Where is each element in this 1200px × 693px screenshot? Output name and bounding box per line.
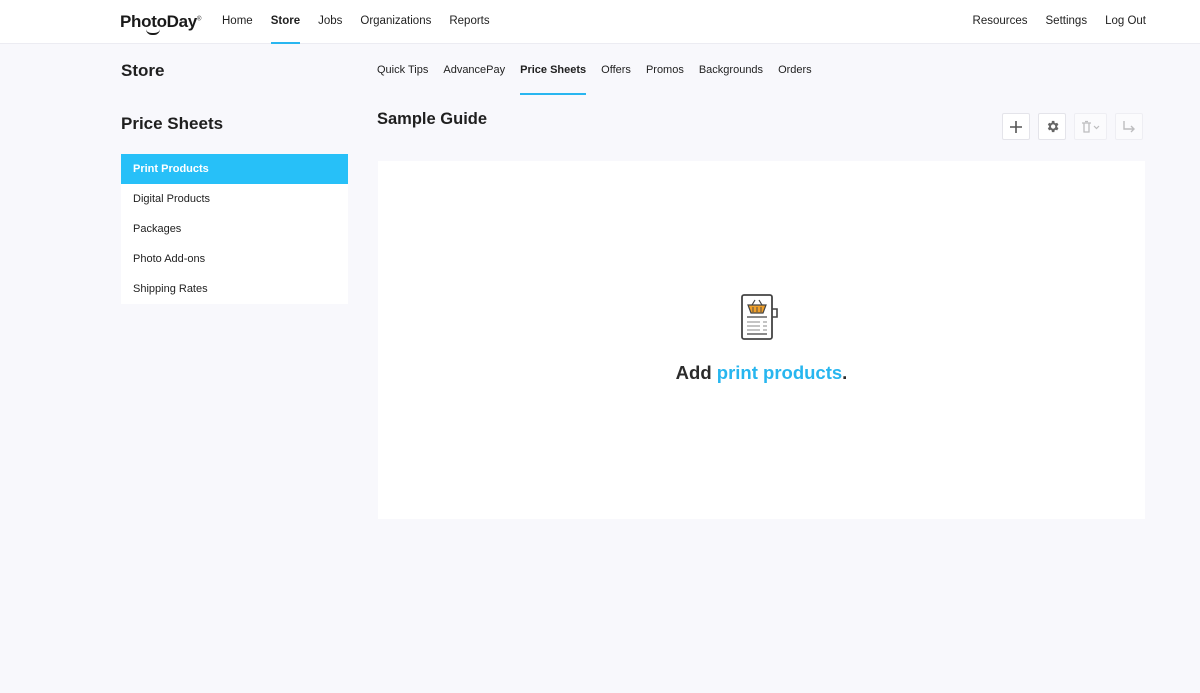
nav-jobs[interactable]: Jobs <box>318 15 342 44</box>
delete-dropdown-button[interactable] <box>1074 113 1107 140</box>
add-print-products-link[interactable]: print products <box>717 362 842 383</box>
move-button[interactable] <box>1115 113 1143 140</box>
photoday-logo[interactable]: PhotoDay® <box>120 12 202 35</box>
empty-state-prefix: Add <box>675 362 717 383</box>
nav-logout[interactable]: Log Out <box>1105 15 1146 44</box>
empty-state-suffix: . <box>842 362 848 383</box>
gear-icon <box>1047 120 1058 133</box>
main-nav: Home Store Jobs Organizations Reports <box>222 15 490 44</box>
tab-promos[interactable]: Promos <box>646 64 684 95</box>
tab-offers[interactable]: Offers <box>601 64 631 95</box>
tab-advancepay[interactable]: AdvancePay <box>443 64 505 95</box>
tab-quick-tips[interactable]: Quick Tips <box>377 64 428 95</box>
nav-home[interactable]: Home <box>222 15 253 44</box>
tab-price-sheets[interactable]: Price Sheets <box>520 64 587 95</box>
sidebar-item-packages[interactable]: Packages <box>121 214 348 244</box>
nav-settings[interactable]: Settings <box>1046 15 1088 44</box>
content-panel: Add print products. <box>378 161 1145 519</box>
logo-smile-icon <box>146 29 160 35</box>
trash-dropdown-icon <box>1081 120 1099 133</box>
nav-store[interactable]: Store <box>270 15 301 44</box>
top-navbar: PhotoDay® Home Store Jobs Organizations … <box>0 0 1200 44</box>
utility-nav: Resources Settings Log Out <box>973 15 1146 44</box>
settings-button[interactable] <box>1038 113 1066 140</box>
logo-registered: ® <box>196 16 202 23</box>
price-sheet-title: Sample Guide <box>377 110 488 128</box>
tab-orders[interactable]: Orders <box>778 64 812 95</box>
tab-backgrounds[interactable]: Backgrounds <box>699 64 763 95</box>
store-subnav: Quick Tips AdvancePay Price Sheets Offer… <box>377 64 812 95</box>
sidebar-item-print-products[interactable]: Print Products <box>121 154 348 184</box>
nav-organizations[interactable]: Organizations <box>360 15 431 44</box>
arrow-turn-icon <box>1123 120 1135 132</box>
plus-icon <box>1010 120 1022 133</box>
sidebar-item-photo-add-ons[interactable]: Photo Add-ons <box>121 244 348 274</box>
nav-reports[interactable]: Reports <box>449 15 489 44</box>
price-sheet-basket-icon <box>741 294 778 340</box>
empty-state-message: Add print products. <box>378 362 1145 384</box>
sidebar-menu: Print Products Digital Products Packages… <box>121 154 348 304</box>
page-title: Store <box>121 61 165 80</box>
sidebar-title: Price Sheets <box>121 114 224 133</box>
add-button[interactable] <box>1002 113 1030 140</box>
sidebar-item-shipping-rates[interactable]: Shipping Rates <box>121 274 348 304</box>
nav-resources[interactable]: Resources <box>973 15 1028 44</box>
toolbar <box>1002 113 1143 140</box>
sidebar-item-digital-products[interactable]: Digital Products <box>121 184 348 214</box>
